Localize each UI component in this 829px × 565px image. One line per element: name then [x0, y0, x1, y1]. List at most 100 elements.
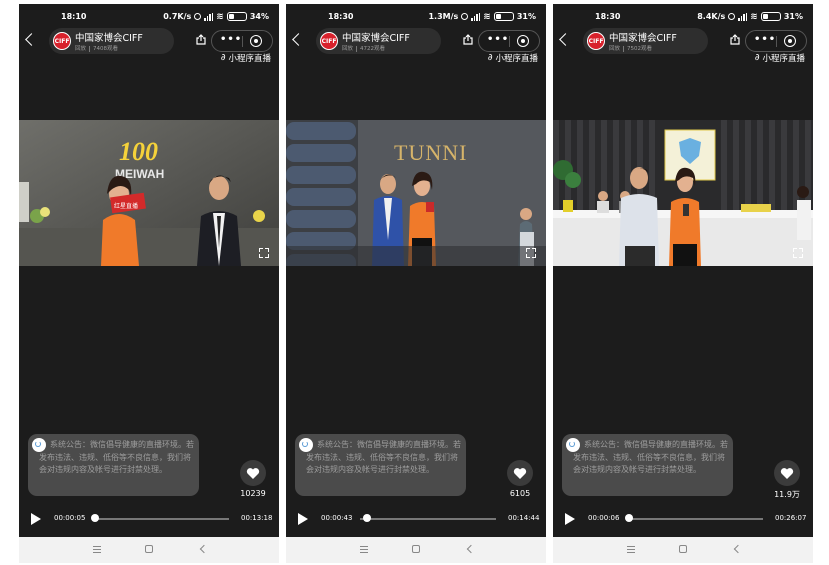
status-time: 18:30	[595, 12, 621, 21]
link-icon: ∂	[220, 53, 226, 63]
system-notice: 系统公告：微信倡导健康的直播环境。若发布违法、违规、低俗等不良信息，我们将会对违…	[562, 434, 733, 496]
like-button[interactable]	[507, 460, 533, 486]
menu-icon[interactable]	[93, 546, 101, 553]
battery-percent: 31%	[783, 12, 803, 21]
channel-info[interactable]: CIFF 中国家博会CIFF 回放 7408观看	[49, 28, 174, 54]
back-icon[interactable]	[559, 33, 572, 46]
nav-back-icon[interactable]	[199, 544, 209, 554]
network-speed: 0.7K/s	[163, 12, 192, 21]
channel-logo: CIFF	[53, 32, 71, 50]
play-icon[interactable]	[298, 513, 308, 525]
fullscreen-icon[interactable]	[259, 248, 269, 258]
more-icon[interactable]: •••	[487, 34, 509, 45]
system-nav-bar	[286, 537, 546, 563]
back-icon[interactable]	[292, 33, 305, 46]
mini-program-live-link[interactable]: ∂ 小程序直播	[755, 52, 805, 64]
current-time: 00:00:43	[321, 514, 353, 522]
share-icon[interactable]	[196, 34, 206, 45]
play-icon[interactable]	[31, 513, 41, 525]
progress-knob[interactable]	[625, 514, 633, 522]
total-time: 00:26:07	[775, 514, 807, 522]
alarm-icon	[194, 13, 202, 20]
system-notice: 系统公告：微信倡导健康的直播环境。若发布违法、违规、低俗等不良信息，我们将会对违…	[28, 434, 199, 496]
status-time: 18:10	[61, 12, 87, 21]
link-icon: ∂	[754, 53, 760, 63]
heart-icon	[246, 467, 260, 479]
progress-track[interactable]	[93, 518, 229, 520]
mini-program-capsule: •••	[745, 30, 807, 52]
channel-info[interactable]: CIFF 中国家博会CIFF 回放 4722观看	[316, 28, 441, 54]
mini-program-capsule: •••	[211, 30, 273, 52]
video-player[interactable]: TUNNI	[286, 120, 546, 266]
video-frame	[553, 120, 813, 266]
system-nav-bar	[553, 537, 813, 563]
video-frame: 100 MEIWAH 红星直播	[19, 120, 279, 266]
replay-status: 回放	[75, 46, 87, 52]
back-icon[interactable]	[25, 33, 38, 46]
like-button[interactable]	[774, 460, 800, 486]
like-button[interactable]	[240, 460, 266, 486]
progress-track[interactable]	[627, 518, 763, 520]
wifi-icon: ≋	[750, 11, 758, 22]
viewer-count: 7408观看	[93, 46, 119, 52]
link-icon: ∂	[487, 53, 493, 63]
like-count: 6105	[509, 489, 531, 498]
playback-controls: 00:00:05 00:13:18	[19, 510, 279, 528]
channel-logo: CIFF	[587, 32, 605, 50]
channel-meta: 回放 7408观看	[75, 44, 118, 52]
close-target-icon[interactable]	[517, 35, 529, 47]
heart-icon	[513, 467, 527, 479]
mini-program-capsule: •••	[478, 30, 540, 52]
home-icon[interactable]	[412, 545, 420, 553]
network-speed: 1.3M/s	[428, 12, 459, 21]
phone-screen: 18:30 1.3M/s ≋ 31% CIFF 中国家博会CIFF 回放 4722…	[286, 4, 546, 563]
fullscreen-icon[interactable]	[793, 248, 803, 258]
replay-status: 回放	[342, 46, 354, 52]
like-count: 11.9万	[774, 490, 800, 499]
more-icon[interactable]: •••	[754, 34, 776, 45]
share-icon[interactable]	[730, 34, 740, 45]
viewer-count: 4722观看	[360, 46, 386, 52]
signal-icon	[204, 12, 214, 21]
progress-track[interactable]	[360, 518, 496, 520]
phone-screen: 18:30 8.4K/s ≋ 31% CIFF 中国家博会CIFF 回放 7502…	[553, 4, 813, 563]
playback-controls: 00:00:06 00:26:07	[553, 510, 813, 528]
wifi-icon: ≋	[216, 11, 224, 22]
menu-icon[interactable]	[360, 546, 368, 553]
replay-status: 回放	[609, 46, 621, 52]
total-time: 00:14:44	[508, 514, 540, 522]
wifi-icon: ≋	[483, 11, 491, 22]
progress-knob[interactable]	[91, 514, 99, 522]
close-target-icon[interactable]	[250, 35, 262, 47]
status-bar: 18:30 8.4K/s ≋ 31%	[553, 12, 813, 26]
nav-back-icon[interactable]	[466, 544, 476, 554]
video-player[interactable]	[553, 120, 813, 266]
current-time: 00:00:05	[54, 514, 86, 522]
channel-name: 中国家博会CIFF	[75, 33, 143, 44]
menu-icon[interactable]	[627, 546, 635, 553]
close-target-icon[interactable]	[784, 35, 796, 47]
fullscreen-icon[interactable]	[526, 248, 536, 258]
more-icon[interactable]: •••	[220, 34, 242, 45]
mini-program-live-link[interactable]: ∂ 小程序直播	[488, 52, 538, 64]
mini-program-live-label: 小程序直播	[228, 54, 271, 64]
channel-meta: 回放 4722观看	[342, 44, 385, 52]
home-icon[interactable]	[145, 545, 153, 553]
total-time: 00:13:18	[241, 514, 273, 522]
video-player[interactable]: 100 MEIWAH 红星直播	[19, 120, 279, 266]
battery-icon	[493, 12, 514, 21]
sign-number: 100	[119, 137, 158, 166]
mini-program-live-link[interactable]: ∂ 小程序直播	[221, 52, 271, 64]
channel-logo: CIFF	[320, 32, 338, 50]
share-icon[interactable]	[463, 34, 473, 45]
progress-knob[interactable]	[362, 514, 371, 522]
sign-text: TUNNI	[394, 140, 467, 165]
notice-text: 系统公告：微信倡导健康的直播环境。若发布违法、违规、低俗等不良信息，我们将会对违…	[573, 440, 728, 474]
signal-icon	[738, 12, 748, 21]
nav-back-icon[interactable]	[733, 544, 743, 554]
home-icon[interactable]	[679, 545, 687, 553]
channel-info[interactable]: CIFF 中国家博会CIFF 回放 7502观看	[583, 28, 708, 54]
status-bar: 18:10 0.7K/s ≋ 34%	[19, 12, 279, 26]
play-icon[interactable]	[565, 513, 575, 525]
status-time: 18:30	[328, 12, 354, 21]
